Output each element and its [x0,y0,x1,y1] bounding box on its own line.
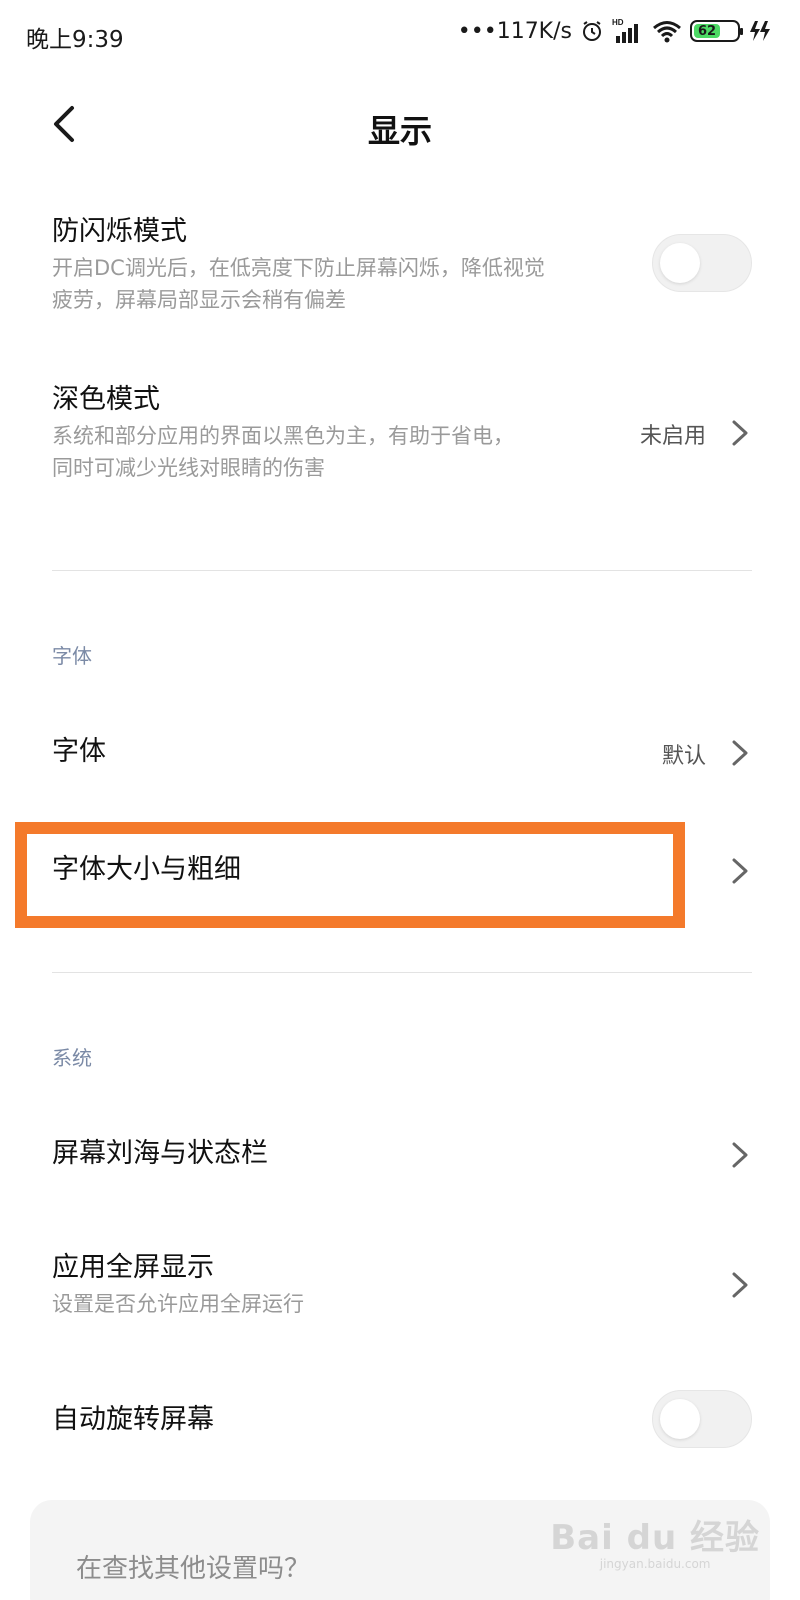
watermark-sub: jingyan.baidu.com [599,1557,711,1571]
toggle-knob [660,1399,700,1439]
alarm-icon [583,21,601,41]
setting-font-size-weight[interactable]: 字体大小与粗细 [52,852,752,892]
anti-flicker-title: 防闪烁模式 [52,216,187,247]
baidu-watermark: Bai du 经验 jingyan.baidu.com [550,1510,760,1571]
battery-icon: 62 [690,20,743,42]
page-title: 显示 [367,112,432,150]
toggle-knob [660,243,700,283]
watermark-main: Bai du 经验 [550,1518,760,1558]
anti-flicker-desc-line2: 疲劳，屏幕局部显示会稍有偏差 [52,288,346,312]
fullscreen-desc: 设置是否允许应用全屏运行 [52,1292,304,1316]
section-label-font: 字体 [52,644,92,668]
setting-app-fullscreen[interactable]: 应用全屏显示 设置是否允许应用全屏运行 [52,1250,752,1320]
font-size-title: 字体大小与粗细 [52,854,241,885]
fullscreen-title: 应用全屏显示 [52,1252,214,1283]
chevron-right-icon [732,420,748,446]
auto-rotate-toggle[interactable] [652,1390,752,1448]
chevron-right-icon [732,1142,748,1168]
divider [52,570,752,571]
setting-anti-flicker: 防闪烁模式 开启DC调光后，在低亮度下防止屏幕闪烁，降低视觉 疲劳，屏幕局部显示… [52,214,752,314]
font-value: 默认 [661,744,706,769]
dark-mode-desc-line2: 同时可减少光线对眼睛的伤害 [52,456,325,480]
charging-icon [750,21,770,41]
search-settings-text: 在查找其他设置吗？ [76,1554,311,1584]
setting-font[interactable]: 字体 默认 [52,734,752,774]
battery-level: 62 [694,24,721,39]
status-time: 晚上9:39 [26,27,124,53]
chevron-right-icon [732,858,748,884]
anti-flicker-desc-line1: 开启DC调光后，在低亮度下防止屏幕闪烁，降低视觉 [52,256,545,280]
divider [52,972,752,973]
anti-flicker-toggle[interactable] [652,234,752,292]
dark-mode-value: 未启用 [639,424,706,449]
setting-auto-rotate: 自动旋转屏幕 [52,1390,752,1450]
chevron-right-icon [732,1272,748,1298]
section-label-system: 系统 [52,1046,92,1070]
wifi-icon [653,21,681,43]
status-bar: 晚上9:39 •••117K/s HD 62 [0,0,800,70]
page-header: 显示 [0,90,800,160]
svg-text:HD: HD [612,18,624,27]
hd-signal-icon: HD [612,18,638,43]
chevron-right-icon [732,740,748,766]
status-icons: •••117K/s HD 62 [458,18,772,44]
dark-mode-title: 深色模式 [52,384,160,415]
network-speed: •••117K/s [457,18,572,44]
font-title: 字体 [52,736,106,767]
setting-notch-status-bar[interactable]: 屏幕刘海与状态栏 [52,1136,752,1176]
notch-title: 屏幕刘海与状态栏 [52,1138,268,1169]
auto-rotate-title: 自动旋转屏幕 [52,1404,214,1435]
setting-dark-mode[interactable]: 深色模式 系统和部分应用的界面以黑色为主，有助于省电， 同时可减少光线对眼睛的伤… [52,382,752,482]
